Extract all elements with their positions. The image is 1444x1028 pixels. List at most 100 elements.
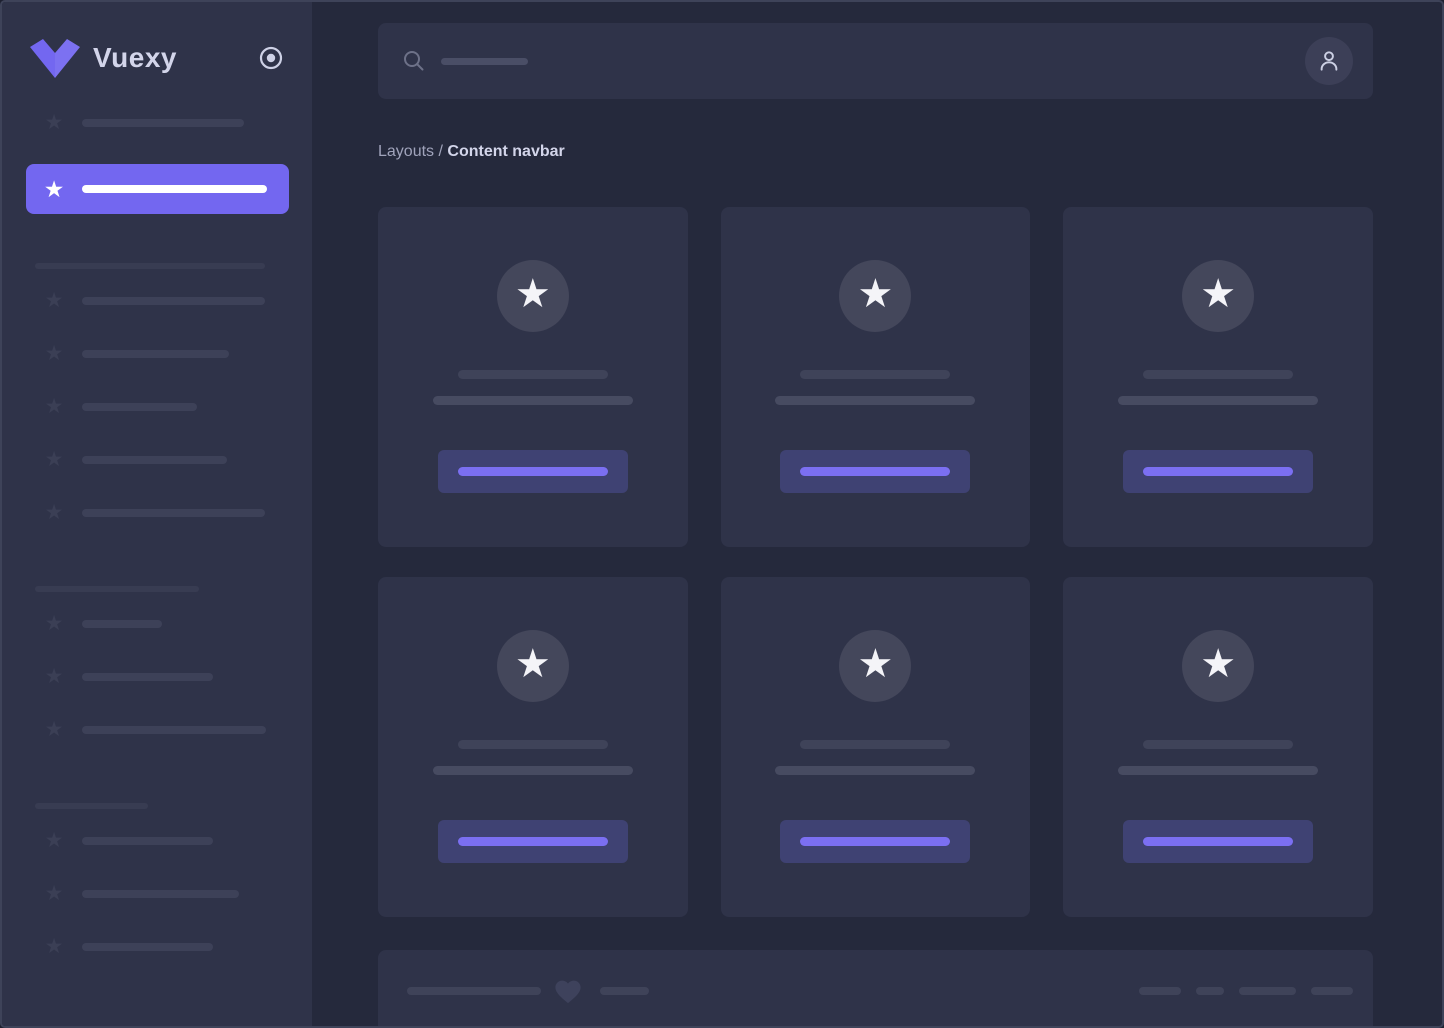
star-icon: ★: [42, 111, 66, 135]
app-frame: Vuexy ★ ★ ★ ★: [0, 0, 1444, 1028]
user-avatar[interactable]: [1305, 37, 1353, 85]
star-icon: ★: [858, 274, 894, 314]
breadcrumb-separator: /: [434, 143, 447, 160]
card-avatar-circle: ★: [497, 260, 569, 332]
search-input[interactable]: [402, 49, 1305, 73]
star-icon: ★: [42, 718, 66, 742]
card-title-placeholder: [800, 740, 950, 749]
card-title-placeholder: [1143, 370, 1293, 379]
footer-link-placeholder: [1196, 987, 1224, 995]
vuexy-logo-icon: [30, 37, 80, 79]
search-placeholder: [441, 58, 528, 65]
sidebar-item[interactable]: ★: [26, 935, 289, 959]
menu-label-placeholder: [82, 726, 266, 734]
card-avatar-circle: ★: [497, 630, 569, 702]
menu-label-placeholder: [82, 943, 213, 951]
menu-label-placeholder: [82, 119, 244, 127]
sidebar-item[interactable]: ★: [26, 612, 289, 636]
sidebar-item[interactable]: ★: [26, 882, 289, 906]
card-title-placeholder: [1143, 740, 1293, 749]
footer-text-placeholder: [600, 987, 649, 995]
button-label-placeholder: [800, 467, 950, 476]
top-navbar: [378, 23, 1373, 99]
sidebar-menu: ★ ★ ★ ★ ★ ★: [2, 80, 312, 988]
menu-section-header-placeholder: [35, 263, 265, 269]
menu-label-placeholder: [82, 890, 239, 898]
footer-link-placeholder: [1139, 987, 1181, 995]
placeholder-card: ★: [378, 577, 688, 917]
star-icon: ★: [42, 665, 66, 689]
star-icon: ★: [42, 882, 66, 906]
card-subtitle-placeholder: [1118, 396, 1318, 405]
card-avatar-circle: ★: [839, 630, 911, 702]
footer-links: [1139, 987, 1353, 995]
star-icon: ★: [42, 612, 66, 636]
star-icon: ★: [42, 395, 66, 419]
main-content: Layouts / Content navbar ★ ★ ★: [312, 2, 1442, 1026]
footer-text-placeholder: [407, 987, 541, 995]
sidebar: Vuexy ★ ★ ★ ★: [2, 2, 312, 1026]
sidebar-item[interactable]: ★: [26, 665, 289, 689]
breadcrumb: Layouts / Content navbar: [378, 141, 1373, 163]
card-title-placeholder: [458, 740, 608, 749]
sidebar-item[interactable]: ★: [26, 342, 289, 366]
app-title: Vuexy: [93, 42, 177, 74]
card-subtitle-placeholder: [1118, 766, 1318, 775]
card-avatar-circle: ★: [839, 260, 911, 332]
menu-pin-toggle-icon[interactable]: [258, 45, 284, 71]
menu-section-header-placeholder: [35, 803, 148, 809]
button-label-placeholder: [458, 467, 608, 476]
star-icon: ★: [42, 935, 66, 959]
placeholder-card: ★: [721, 577, 1031, 917]
menu-label-placeholder: [82, 673, 213, 681]
card-avatar-circle: ★: [1182, 630, 1254, 702]
menu-label-placeholder: [82, 620, 162, 628]
card-action-button[interactable]: [780, 450, 970, 493]
star-icon: ★: [858, 644, 894, 684]
sidebar-item[interactable]: ★: [26, 448, 289, 472]
placeholder-card: ★: [378, 207, 688, 547]
star-icon: ★: [1200, 274, 1236, 314]
card-action-button[interactable]: [1123, 820, 1313, 863]
person-icon: [1316, 48, 1342, 74]
placeholder-card: ★: [1063, 207, 1373, 547]
sidebar-item[interactable]: ★: [26, 289, 289, 313]
menu-label-placeholder: [82, 509, 265, 517]
search-icon: [402, 49, 426, 73]
breadcrumb-current: Content navbar: [447, 143, 564, 160]
sidebar-item[interactable]: ★: [26, 829, 289, 853]
menu-label-placeholder: [82, 185, 267, 193]
breadcrumb-parent[interactable]: Layouts: [378, 143, 434, 160]
star-icon: ★: [42, 501, 66, 525]
card-action-button[interactable]: [1123, 450, 1313, 493]
placeholder-card: ★: [1063, 577, 1373, 917]
card-action-button[interactable]: [438, 820, 628, 863]
star-icon: ★: [42, 289, 66, 313]
menu-label-placeholder: [82, 297, 265, 305]
star-icon: ★: [42, 829, 66, 853]
heart-icon: [554, 979, 582, 1010]
sidebar-item[interactable]: ★: [26, 718, 289, 742]
star-icon: ★: [515, 644, 551, 684]
button-label-placeholder: [1143, 467, 1293, 476]
sidebar-item[interactable]: ★: [26, 395, 289, 419]
sidebar-item[interactable]: ★: [26, 501, 289, 525]
menu-label-placeholder: [82, 403, 197, 411]
star-icon: ★: [515, 274, 551, 314]
menu-label-placeholder: [82, 456, 227, 464]
card-title-placeholder: [800, 370, 950, 379]
star-icon: ★: [42, 177, 66, 201]
footer-link-placeholder: [1239, 987, 1296, 995]
button-label-placeholder: [458, 837, 608, 846]
menu-section-header-placeholder: [35, 586, 199, 592]
card-action-button[interactable]: [780, 820, 970, 863]
star-icon: ★: [42, 448, 66, 472]
card-subtitle-placeholder: [775, 396, 975, 405]
sidebar-header: Vuexy: [2, 2, 312, 80]
star-icon: ★: [1200, 644, 1236, 684]
sidebar-item-active[interactable]: ★: [26, 164, 289, 214]
menu-label-placeholder: [82, 837, 213, 845]
card-action-button[interactable]: [438, 450, 628, 493]
footer-link-placeholder: [1311, 987, 1353, 995]
sidebar-item[interactable]: ★: [26, 111, 289, 135]
